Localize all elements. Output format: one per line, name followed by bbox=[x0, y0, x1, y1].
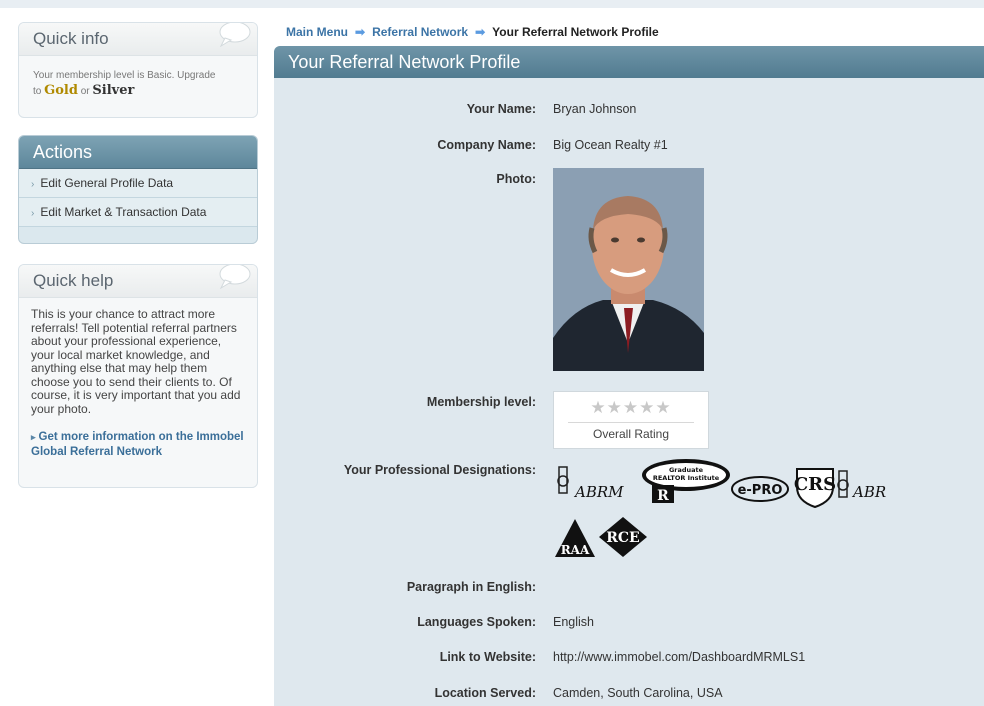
quick-help-title: Quick help bbox=[33, 271, 114, 290]
languages-value: English bbox=[553, 615, 594, 629]
speech-bubble-icon bbox=[219, 23, 251, 47]
svg-text:e-PRO: e-PRO bbox=[738, 483, 783, 498]
actions-title: Actions bbox=[33, 142, 93, 162]
action-edit-general-profile[interactable]: › Edit General Profile Data bbox=[19, 169, 257, 198]
breadcrumb-referral-network[interactable]: Referral Network bbox=[372, 25, 468, 39]
page-title: Your Referral Network Profile bbox=[274, 46, 984, 78]
upgrade-to-text: to bbox=[33, 86, 42, 97]
actions-header: Actions bbox=[19, 136, 257, 169]
more-info-link[interactable]: ▸ Get more information on the Immobel Glo… bbox=[31, 430, 245, 460]
svg-text:RAA: RAA bbox=[561, 543, 590, 557]
languages-label: Languages Spoken: bbox=[417, 615, 536, 629]
abr-logo: ABR bbox=[837, 470, 886, 501]
name-value: Bryan Johnson bbox=[553, 102, 637, 116]
crs-logo: CRS bbox=[794, 468, 836, 509]
epro-logo: e-PRO bbox=[731, 476, 789, 502]
upgrade-or-text: or bbox=[80, 86, 90, 97]
more-info-label: Get more information on the Immobel Glob… bbox=[31, 431, 244, 458]
actions-box: Actions › Edit General Profile Data › Edit… bbox=[18, 135, 258, 244]
abrm-logo: ABRM bbox=[557, 466, 624, 501]
top-strip bbox=[0, 0, 984, 8]
membership-text: Your membership level is Basic. Upgrade bbox=[33, 70, 216, 81]
portrait-image bbox=[553, 168, 704, 371]
arrow-right-icon: ➡ bbox=[475, 25, 486, 39]
quick-info-body: Your membership level is Basic. Upgrade … bbox=[19, 56, 257, 111]
svg-text:REALTOR Institute: REALTOR Institute bbox=[653, 474, 720, 482]
quick-help-header: Quick help bbox=[19, 265, 257, 298]
rating-label: Overall Rating bbox=[568, 422, 694, 441]
quick-info-title: Quick info bbox=[33, 29, 109, 48]
quick-help-body: This is your chance to attract more refe… bbox=[19, 298, 257, 470]
company-label: Company Name: bbox=[437, 138, 536, 152]
chevron-right-icon: ▸ bbox=[31, 432, 36, 442]
action-label: Edit Market & Transaction Data bbox=[40, 205, 207, 219]
quick-help-box: Quick help This is your chance to attrac… bbox=[18, 264, 258, 488]
svg-text:CRS: CRS bbox=[794, 474, 836, 495]
membership-label: Membership level: bbox=[426, 395, 536, 409]
upgrade-silver-link[interactable]: Silver bbox=[92, 83, 134, 98]
designations-label: Your Professional Designations: bbox=[343, 463, 536, 477]
photo-label: Photo: bbox=[496, 172, 536, 186]
designation-logos: ABRM Graduate REALTOR Institute R e-PRO bbox=[553, 457, 953, 567]
action-label: Edit General Profile Data bbox=[40, 176, 174, 190]
location-label: Location Served: bbox=[434, 686, 536, 700]
rce-logo: RCE bbox=[599, 517, 647, 557]
quick-info-box: Quick info Your membership level is Basi… bbox=[18, 22, 258, 118]
quick-help-text: This is your chance to attract more refe… bbox=[31, 307, 241, 416]
svg-text:Graduate: Graduate bbox=[669, 466, 704, 474]
chevron-right-icon: › bbox=[31, 208, 35, 219]
profile-panel: Your Referral Network Profile Your Name:… bbox=[274, 46, 984, 706]
svg-text:ABR: ABR bbox=[851, 483, 886, 501]
company-value: Big Ocean Realty #1 bbox=[553, 138, 668, 152]
name-label: Your Name: bbox=[466, 102, 536, 116]
action-edit-market-transaction[interactable]: › Edit Market & Transaction Data bbox=[19, 198, 257, 227]
breadcrumb-current: Your Referral Network Profile bbox=[492, 25, 659, 39]
profile-photo bbox=[553, 168, 704, 371]
quick-info-header: Quick info bbox=[19, 23, 257, 56]
rating-stars: ★★★★★ bbox=[590, 398, 672, 417]
svg-text:R: R bbox=[657, 488, 669, 504]
svg-text:ABRM: ABRM bbox=[573, 483, 624, 501]
arrow-right-icon: ➡ bbox=[355, 25, 366, 39]
designation-logos-image: ABRM Graduate REALTOR Institute R e-PRO bbox=[555, 459, 886, 557]
website-label: Link to Website: bbox=[439, 650, 536, 664]
svg-text:RCE: RCE bbox=[606, 530, 639, 546]
gri-logo: Graduate REALTOR Institute R bbox=[642, 459, 730, 504]
speech-bubble-icon bbox=[219, 265, 251, 289]
paragraph-label: Paragraph in English: bbox=[406, 580, 536, 594]
actions-list: › Edit General Profile Data › Edit Market … bbox=[19, 169, 257, 227]
breadcrumb: Main Menu ➡ Referral Network ➡ Your Referral… bbox=[286, 25, 659, 39]
raa-logo: RAA bbox=[555, 519, 595, 557]
breadcrumb-main-menu[interactable]: Main Menu bbox=[286, 25, 348, 39]
rating-box: ★★★★★ Overall Rating bbox=[553, 391, 709, 449]
location-value: Camden, South Carolina, USA bbox=[553, 686, 723, 700]
website-value[interactable]: http://www.immobel.com/DashboardMRMLS1 bbox=[553, 650, 805, 664]
chevron-right-icon: › bbox=[31, 179, 35, 190]
upgrade-gold-link[interactable]: Gold bbox=[44, 83, 78, 98]
